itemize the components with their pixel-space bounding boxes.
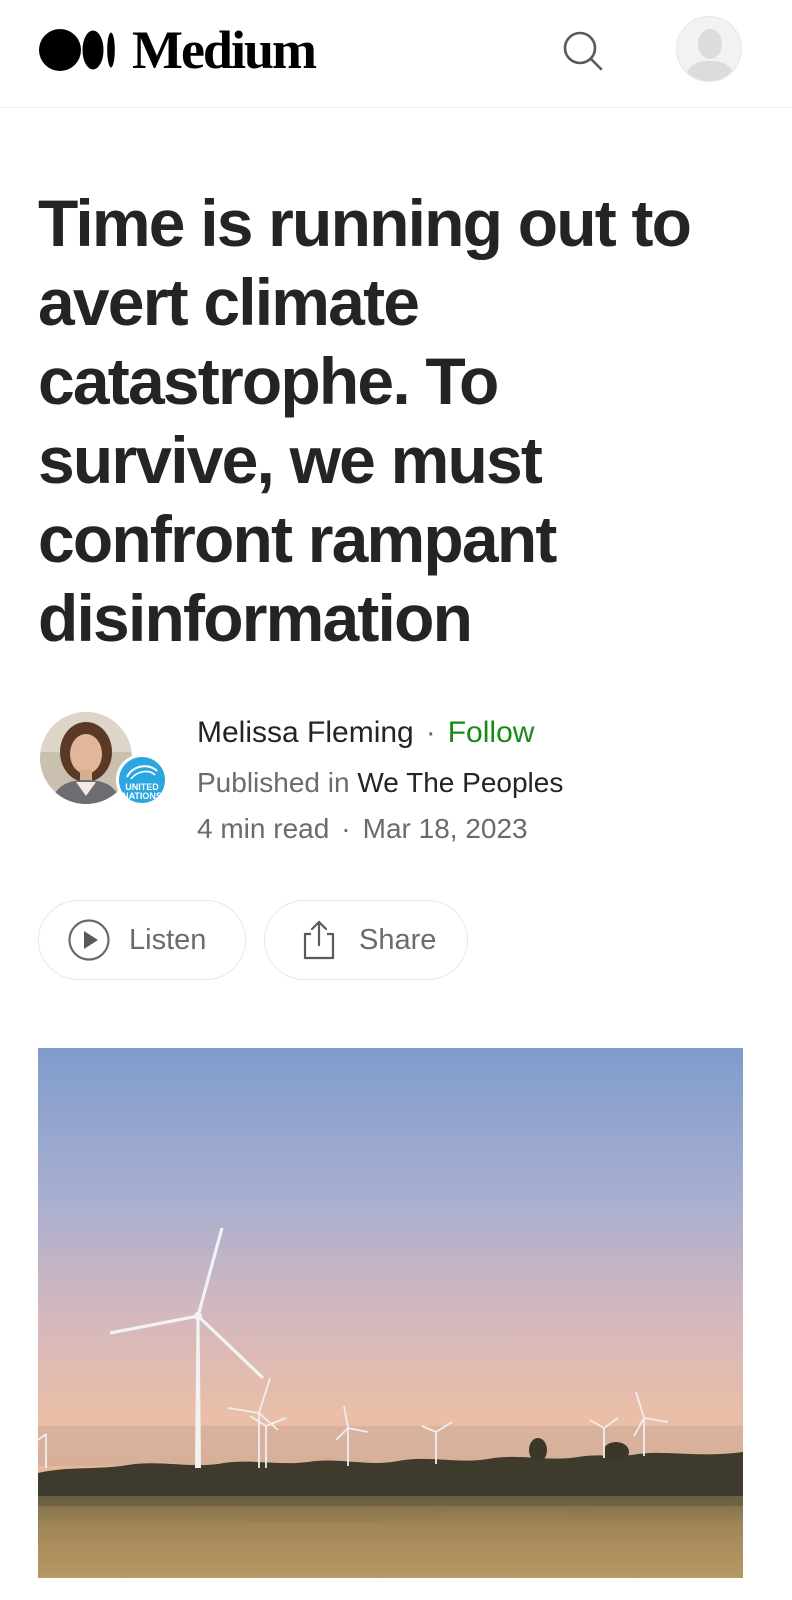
play-circle-icon bbox=[68, 919, 110, 961]
listen-label: Listen bbox=[129, 923, 207, 956]
publish-date: Mar 18, 2023 bbox=[362, 813, 528, 844]
separator-dot: · bbox=[341, 813, 351, 844]
publication-line: Published in We The Peoples bbox=[197, 764, 563, 802]
listen-button[interactable]: Listen bbox=[38, 900, 246, 980]
medium-logo-icon bbox=[39, 29, 115, 71]
article-meta-line: 4 min read · Mar 18, 2023 bbox=[197, 810, 528, 848]
publication-badge-text: UNITED NATIONS bbox=[122, 782, 162, 801]
search-button[interactable] bbox=[560, 28, 606, 74]
share-label: Share bbox=[359, 923, 437, 956]
user-avatar-icon bbox=[677, 17, 741, 81]
author-line: Melissa Fleming · Follow bbox=[197, 713, 534, 753]
brand-wordmark: Medium bbox=[132, 20, 317, 80]
separator-dot: · bbox=[425, 716, 436, 749]
article-title: Time is running out to avert climate cat… bbox=[38, 186, 692, 655]
hero-image-wind-turbines bbox=[38, 1048, 743, 1578]
top-navigation-bar: Medium bbox=[0, 0, 792, 108]
publication-badge[interactable]: UNITED NATIONS bbox=[116, 754, 168, 806]
share-icon bbox=[303, 920, 335, 960]
follow-button[interactable]: Follow bbox=[448, 716, 535, 749]
share-button[interactable]: Share bbox=[264, 900, 468, 980]
publication-link[interactable]: We The Peoples bbox=[357, 767, 563, 798]
published-in-label: Published in bbox=[197, 767, 350, 798]
read-time: 4 min read bbox=[197, 813, 330, 844]
author-name[interactable]: Melissa Fleming bbox=[197, 716, 414, 749]
user-avatar-button[interactable] bbox=[676, 16, 742, 82]
medium-logo[interactable]: Medium bbox=[38, 20, 317, 80]
search-icon bbox=[563, 31, 603, 71]
